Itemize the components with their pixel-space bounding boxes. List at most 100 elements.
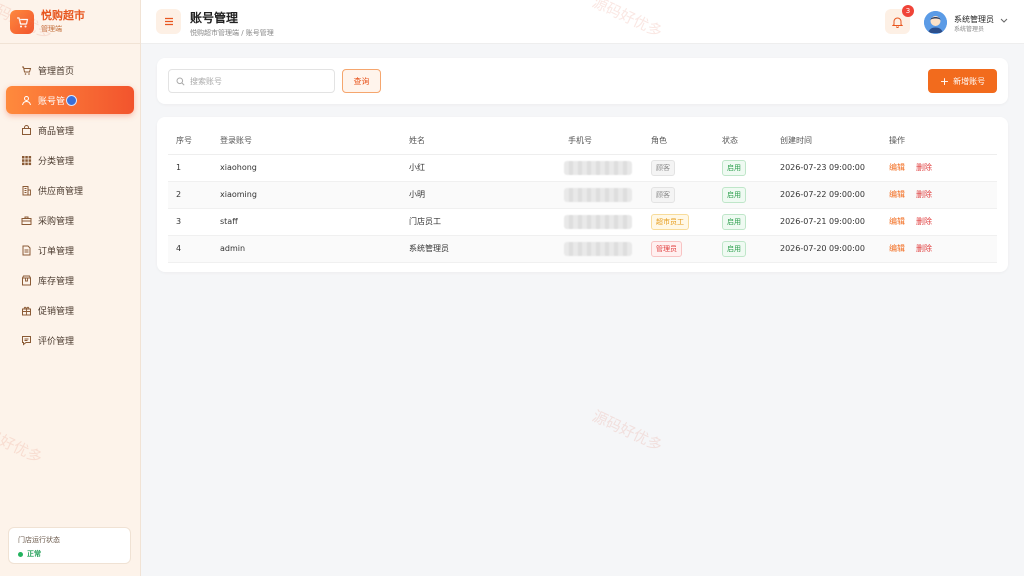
sidebar-item-accounts[interactable]: 账号管 [6,86,134,114]
sidebar-item-reviews[interactable]: 评价管理 [6,326,134,354]
store-status-title: 门店运行状态 [18,536,60,544]
sidebar-item-label: 促销管理 [38,306,75,317]
sidebar-item-products[interactable]: 商品管理 [6,116,134,144]
edit-link[interactable]: 编辑 [889,190,905,199]
bag-icon [21,124,32,136]
sidebar-item-label: 供应商管理 [38,186,84,197]
search-card: 查询 + 新增账号 [157,58,1008,104]
notification-badge: 3 [902,5,914,17]
sidebar-item-label: 账号管 [38,96,66,107]
menu-icon [164,17,173,26]
row-phone [564,235,651,263]
brand-subtitle: 管理端 [41,25,62,33]
table-row: 3 staff 门店员工 超市员工 启用 2026-07-21 09:00:00… [168,208,997,236]
avatar[interactable] [924,11,947,34]
sidebar-item-home[interactable]: 管理首页 [6,56,134,84]
sidebar-item-label: 商品管理 [38,126,75,137]
column-header: 姓名 [409,128,568,155]
column-header: 手机号 [568,128,651,155]
accounts-table: 序号 登录账号 姓名 手机号 角色 状态 创建时间 操作 1 xiaohong … [168,128,997,263]
sidebar-item-orders[interactable]: 订单管理 [6,236,134,264]
box-icon [21,275,32,286]
search-box[interactable] [168,69,335,93]
sidebar-item-purchasing[interactable]: 采购管理 [6,206,134,234]
status-tag: 启用 [722,213,746,230]
column-header: 序号 [168,128,220,155]
role-tag: 管理员 [651,240,682,257]
sidebar-item-suppliers[interactable]: 供应商管理 [6,176,134,204]
sidebar: 悦购超市 管理端 管理首页 账号管 商品管理 分类管理 供应商管理 采购管理 订… [0,0,141,576]
cursor-dot-icon [66,94,78,106]
comment-icon [21,335,32,346]
breadcrumb: 悦购超市管理端 / 账号管理 [190,29,274,37]
search-icon [176,77,185,86]
row-phone [564,154,651,182]
row-status: 启用 [722,181,780,209]
sidebar-item-label: 订单管理 [38,246,75,257]
menu-toggle-button[interactable] [156,9,181,34]
row-role: 管理员 [651,235,722,263]
edit-link[interactable]: 编辑 [889,244,905,253]
delete-link[interactable]: 删除 [916,190,932,199]
row-status: 启用 [722,154,780,182]
row-name: 门店员工 [409,208,568,236]
row-created: 2026-07-21 09:00:00 [780,208,889,236]
status-tag: 启用 [722,186,746,203]
page-title: 账号管理 [190,11,239,25]
row-actions: 编辑 删除 [889,154,997,182]
row-status: 启用 [722,235,780,263]
status-dot-icon [18,551,23,557]
row-phone [564,208,651,236]
row-name: 小明 [409,181,568,209]
column-header: 角色 [651,128,722,155]
delete-link[interactable]: 删除 [916,244,932,253]
row-actions: 编辑 删除 [889,208,997,236]
phone-redacted [564,214,632,229]
row-index: 3 [168,208,220,236]
brand-logo-icon [10,9,34,34]
add-account-button[interactable]: + 新增账号 [928,69,997,93]
row-index: 2 [168,181,220,209]
store-status-text: 正常 [27,550,41,558]
phone-redacted [564,187,632,202]
top-header: 账号管理 悦购超市管理端 / 账号管理 3 系统管理员 系统管理员 [141,0,1024,44]
brand: 悦购超市 管理端 [0,0,140,44]
query-button[interactable]: 查询 [342,69,381,93]
row-role: 顾客 [651,154,722,182]
grid-icon [21,155,32,166]
edit-link[interactable]: 编辑 [889,217,905,226]
role-tag: 顾客 [651,159,675,176]
notification-button[interactable]: 3 [885,5,914,34]
row-phone [564,181,651,209]
sidebar-item-categories[interactable]: 分类管理 [6,146,134,174]
cart-icon [21,65,32,76]
row-role: 顾客 [651,181,722,209]
edit-link[interactable]: 编辑 [889,163,905,172]
sidebar-item-label: 管理首页 [38,66,75,77]
search-input[interactable] [190,76,330,86]
document-icon [21,245,32,256]
chevron-down-icon[interactable] [1000,16,1008,26]
accounts-table-card: 序号 登录账号 姓名 手机号 角色 状态 创建时间 操作 1 xiaohong … [157,117,1008,272]
sidebar-item-promotions[interactable]: 促销管理 [6,296,134,324]
delete-link[interactable]: 删除 [916,163,932,172]
table-row: 2 xiaoming 小明 顾客 启用 2026-07-22 09:00:00 … [168,181,997,209]
row-created: 2026-07-20 09:00:00 [780,235,889,263]
role-tag: 超市员工 [651,213,689,230]
add-account-label: 新增账号 [953,76,986,86]
row-actions: 编辑 删除 [889,235,997,263]
building-icon [21,185,32,196]
row-index: 4 [168,235,220,263]
sidebar-item-label: 分类管理 [38,156,75,167]
table-row: 1 xiaohong 小红 顾客 启用 2026-07-23 09:00:00 … [168,154,997,182]
sidebar-item-label: 评价管理 [38,336,75,347]
briefcase-icon [21,215,32,226]
row-account: xiaoming [220,181,409,209]
delete-link[interactable]: 删除 [916,217,932,226]
table-header-row: 序号 登录账号 姓名 手机号 角色 状态 创建时间 操作 [168,128,997,155]
table-row: 4 admin 系统管理员 管理员 启用 2026-07-20 09:00:00… [168,235,997,263]
store-status-value: 正常 [18,549,121,559]
sidebar-item-label: 库存管理 [38,276,75,287]
sidebar-item-inventory[interactable]: 库存管理 [6,266,134,294]
status-tag: 启用 [722,240,746,257]
